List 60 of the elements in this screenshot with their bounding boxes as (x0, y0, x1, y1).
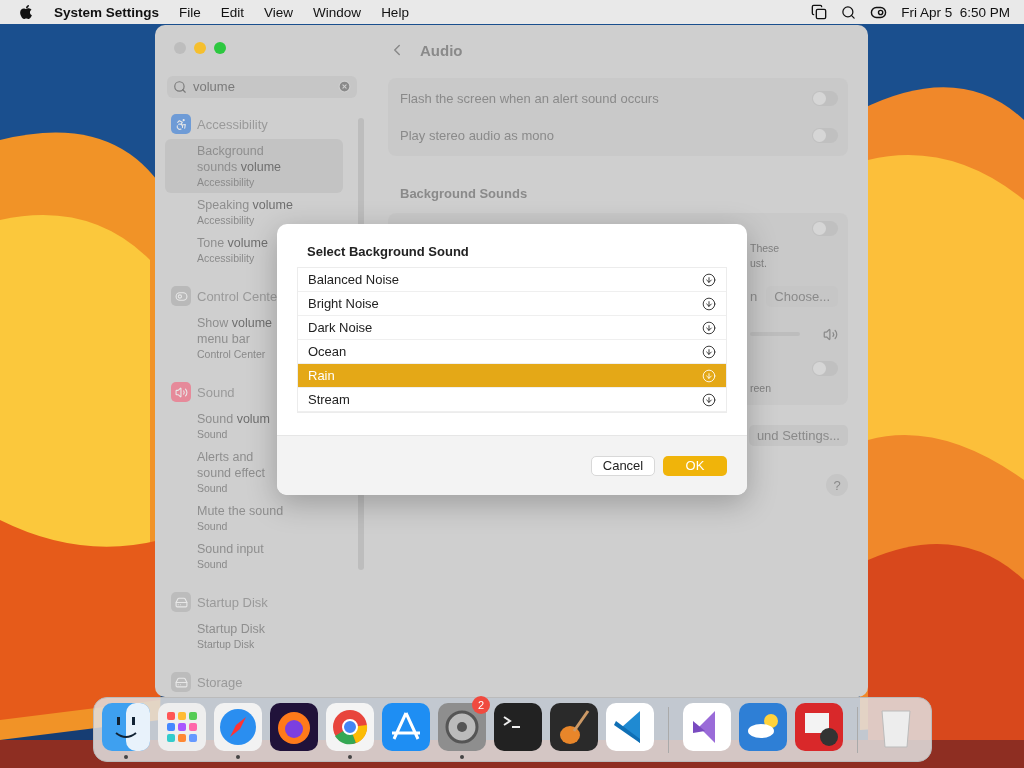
option-label: Ocean (308, 344, 347, 359)
sidebar-item[interactable]: Speaking volume Accessibility (165, 193, 343, 231)
search-icon (173, 79, 187, 94)
label-text: n (750, 289, 758, 304)
sidebar-item[interactable]: Mute the sound Sound (165, 499, 343, 537)
guitar-icon[interactable] (550, 702, 598, 751)
sidebar-item[interactable]: Startup Disk Startup Disk (165, 617, 343, 655)
fox-globe-icon[interactable] (270, 702, 318, 751)
infinity-ribbon-icon[interactable] (683, 702, 731, 751)
menu-item[interactable]: Window (313, 4, 362, 20)
download-icon[interactable] (702, 296, 716, 311)
download-icon[interactable] (702, 272, 716, 287)
stroke-a-icon[interactable] (382, 702, 430, 751)
app-grid-icon[interactable] (158, 702, 206, 751)
drive-icon (171, 592, 191, 612)
option-label: Stream (308, 392, 350, 407)
accessibility-icon (171, 114, 191, 134)
search-text: volume (193, 79, 236, 95)
toggle-panel-icon (171, 286, 191, 306)
menu-item[interactable]: View (264, 4, 294, 20)
download-icon[interactable] (702, 320, 716, 335)
sound-option[interactable]: Rain (298, 364, 726, 388)
option-label: Rain (308, 368, 335, 383)
menu-item[interactable]: File (179, 4, 201, 20)
search-field[interactable]: volume (167, 75, 357, 98)
option-label: Balanced Noise (308, 272, 400, 287)
note-text: reen (750, 382, 772, 395)
cancel-button[interactable]: Cancel (591, 455, 655, 476)
window-title: Audio (420, 41, 463, 59)
photo-camera-icon[interactable] (795, 702, 843, 751)
drive-icon (171, 672, 191, 692)
note-text: ust. (750, 257, 768, 270)
download-icon[interactable] (702, 344, 716, 359)
menu-item[interactable]: Help (381, 4, 409, 20)
dialog-title: Select Background Sound (306, 243, 470, 261)
terminal-prompt-icon[interactable] (494, 702, 542, 751)
menu-item[interactable]: System Settings (54, 4, 160, 20)
search-icon[interactable] (841, 4, 857, 20)
section-heading: Background Sounds (400, 186, 529, 201)
menu-clock[interactable]: Fri Apr 5 6:50 PM (901, 4, 1010, 20)
stacked-windows-icon[interactable] (811, 4, 828, 20)
apple-icon[interactable] (18, 4, 34, 20)
compass-icon[interactable] (214, 702, 262, 751)
download-icon[interactable] (702, 392, 716, 407)
setting-label: Play stereo audio as mono (400, 128, 554, 143)
gear-icon[interactable] (438, 702, 486, 751)
settings-button[interactable]: und Settings... (748, 425, 848, 446)
sidebar-item[interactable]: Sound input Sound (165, 537, 343, 575)
option-label: Bright Noise (308, 296, 379, 311)
help-button[interactable]: ? (826, 474, 848, 496)
setting-label: Flash the screen when an alert sound occurs (400, 91, 659, 106)
smiling-face-icon[interactable] (102, 702, 150, 751)
ok-button[interactable]: OK (663, 455, 727, 476)
cloud-sun-icon[interactable] (739, 702, 787, 751)
option-label: Dark Noise (308, 320, 373, 335)
speaker-icon (171, 382, 191, 402)
speaker-icon (823, 326, 838, 342)
folded-ribbon-icon[interactable] (606, 702, 654, 751)
note-text: These (750, 242, 781, 255)
menu-item[interactable]: Edit (220, 4, 245, 20)
